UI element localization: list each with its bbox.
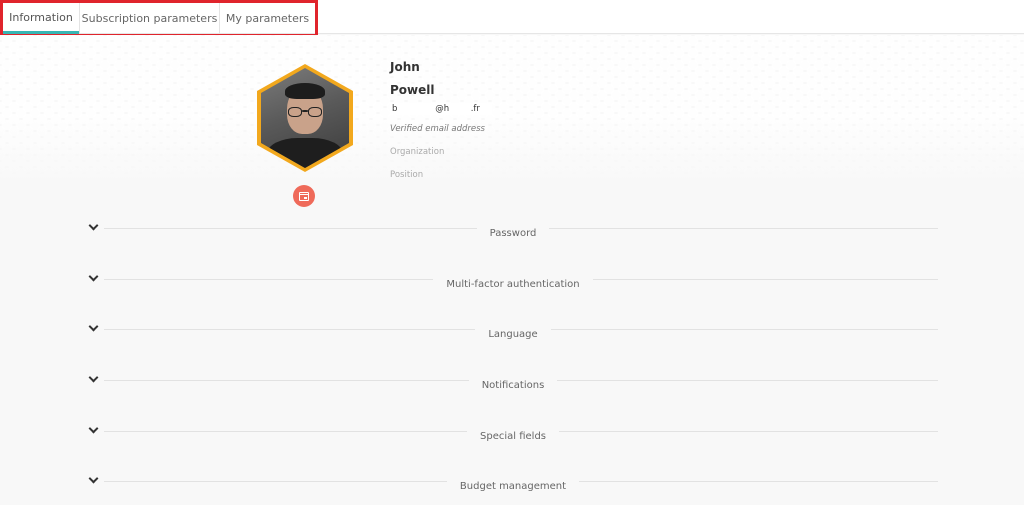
hexagon-background-pattern bbox=[0, 35, 1024, 185]
tab-subscription-parameters[interactable]: Subscription parameters bbox=[79, 3, 219, 34]
tab-information[interactable]: Information bbox=[3, 3, 79, 34]
section-label: Password bbox=[476, 228, 550, 239]
section-label: Special fields bbox=[467, 431, 559, 442]
section-language[interactable]: Language bbox=[88, 322, 938, 340]
email-status: Verified email address bbox=[390, 124, 485, 134]
section-label: Language bbox=[475, 329, 551, 340]
first-name: John bbox=[390, 60, 420, 74]
section-special-fields[interactable]: Special fields bbox=[88, 424, 938, 442]
section-multi-factor-authentication[interactable]: Multi-factor authentication bbox=[88, 272, 938, 290]
section-password[interactable]: Password bbox=[88, 221, 938, 239]
top-tab-bar: Information Subscription parameters My p… bbox=[0, 0, 1024, 34]
section-label: Notifications bbox=[468, 380, 558, 391]
email-address: b @h .fr bbox=[390, 103, 492, 115]
organization-field[interactable]: Organization bbox=[390, 147, 444, 157]
last-name: Powell bbox=[390, 83, 435, 97]
section-label: Budget management bbox=[446, 481, 580, 492]
change-avatar-button[interactable] bbox=[293, 185, 315, 207]
section-label: Multi-factor authentication bbox=[433, 279, 593, 290]
calendar-icon bbox=[299, 191, 309, 201]
tab-my-parameters[interactable]: My parameters bbox=[219, 3, 315, 34]
position-field[interactable]: Position bbox=[390, 170, 423, 180]
section-budget-management[interactable]: Budget management bbox=[88, 474, 938, 492]
avatar-photo bbox=[261, 68, 349, 168]
section-notifications[interactable]: Notifications bbox=[88, 373, 938, 391]
